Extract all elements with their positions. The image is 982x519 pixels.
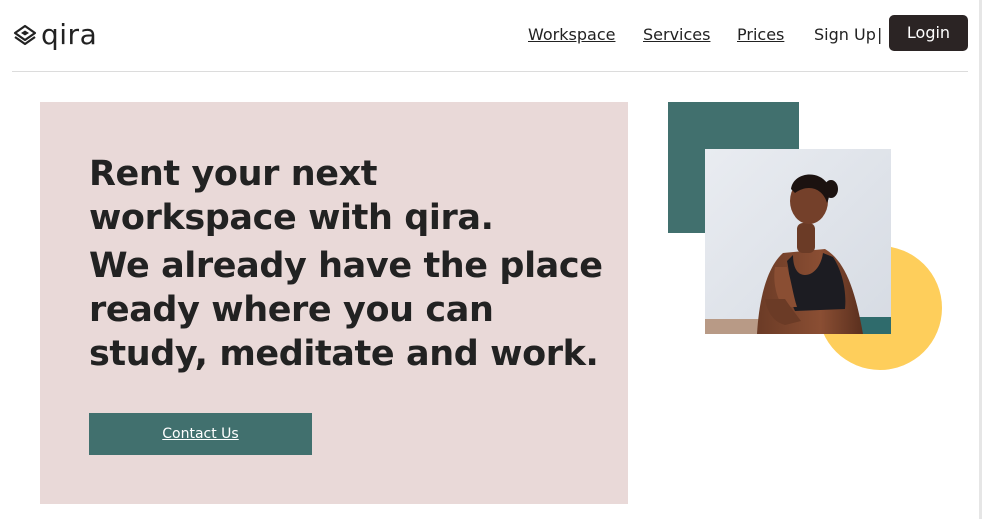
layered-diamond-logo-icon	[13, 24, 37, 46]
nav-link-prices[interactable]: Prices	[737, 24, 784, 46]
brand-logo[interactable]: qira	[12, 18, 97, 52]
site-header: qira Workspace Services Prices Sign Up |…	[12, 0, 968, 72]
hero-panel: Rent your next workspace with qira. We a…	[40, 102, 628, 504]
hero-title: Rent your next workspace with qira.	[89, 154, 494, 238]
login-button[interactable]: Login	[889, 15, 968, 51]
hero-subtitle: We already have the place ready where yo…	[89, 246, 603, 374]
contact-us-button[interactable]: Contact Us	[89, 413, 312, 455]
nav-link-workspace[interactable]: Workspace	[528, 24, 615, 46]
nav-separator: |	[877, 25, 883, 44]
brand-name: qira	[41, 18, 98, 51]
meditating-woman-photo	[705, 149, 891, 334]
nav-link-sign-up[interactable]: Sign Up	[814, 24, 876, 46]
nav-link-services[interactable]: Services	[643, 24, 710, 46]
